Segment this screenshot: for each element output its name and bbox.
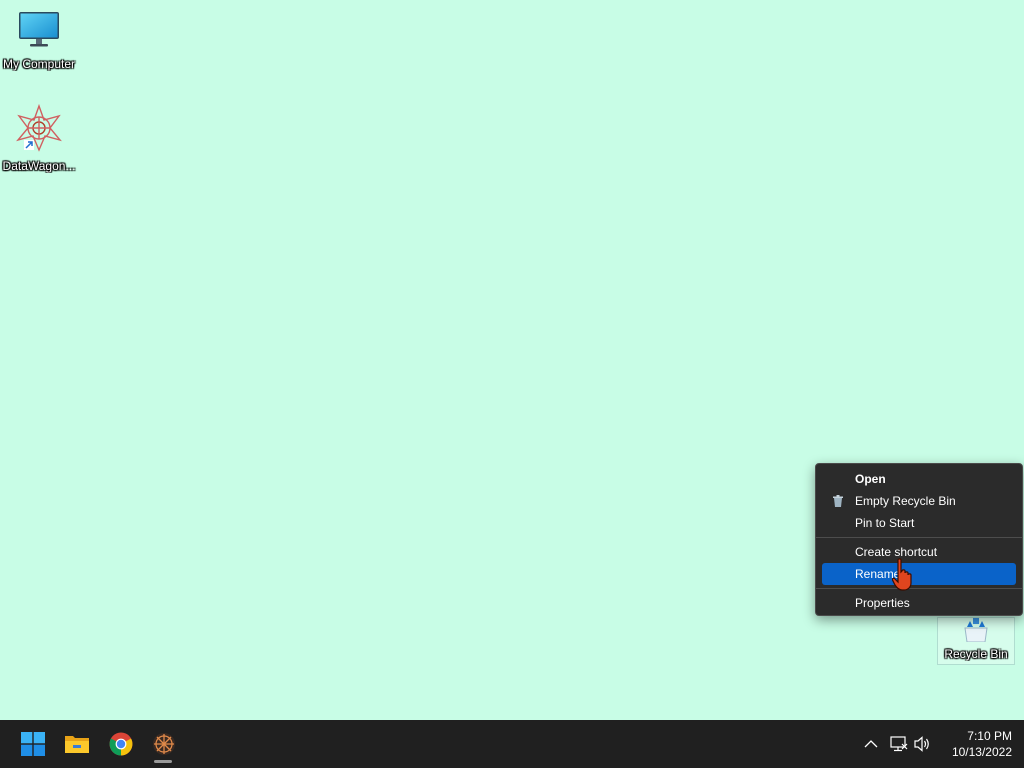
chrome-taskbar-button[interactable]: [105, 728, 137, 760]
menu-separator: [816, 588, 1022, 589]
chevron-up-icon: [864, 740, 878, 748]
context-menu: Open Empty Recycle Bin Pin to Start Crea…: [815, 463, 1023, 616]
datawagon-desktop-icon[interactable]: DataWagon...: [0, 103, 78, 173]
menu-item-empty-recycle-bin[interactable]: Empty Recycle Bin: [822, 490, 1016, 512]
taskbar: 7:10 PM 10/13/2022: [0, 720, 1024, 768]
menu-item-open[interactable]: Open: [822, 468, 1016, 490]
folder-icon: [65, 736, 89, 753]
start-button[interactable]: [17, 728, 49, 760]
desktop[interactable]: My Computer DataWagon... Recycle Bin Ope…: [0, 0, 1024, 720]
menu-item-label: Empty Recycle Bin: [855, 494, 956, 508]
network-tray-button[interactable]: [889, 734, 909, 754]
windows-start-icon: [21, 732, 45, 756]
datawagon-app-icon: [153, 733, 175, 755]
menu-item-properties[interactable]: Properties: [822, 592, 1016, 614]
chrome-icon: [109, 732, 133, 756]
network-icon: [890, 736, 908, 752]
menu-item-rename[interactable]: Rename: [822, 563, 1016, 585]
show-hidden-icons-button[interactable]: [861, 734, 881, 754]
menu-item-label: Pin to Start: [855, 516, 915, 530]
datawagon-app-icon: [16, 103, 62, 152]
menu-item-label: Rename: [855, 567, 901, 581]
clock-date: 10/13/2022: [951, 745, 1012, 759]
monitor-icon: [19, 12, 59, 47]
datawagon-label: DataWagon...: [2, 159, 76, 173]
clock-time: 7:10 PM: [967, 729, 1012, 743]
volume-tray-button[interactable]: [913, 734, 933, 754]
volume-icon: [914, 736, 929, 752]
recycle-bin-desktop-icon[interactable]: Recycle Bin: [937, 617, 1015, 665]
my-computer-desktop-icon[interactable]: My Computer: [0, 8, 78, 71]
my-computer-label: My Computer: [2, 57, 76, 71]
recycle-bin-small-icon: [833, 495, 843, 507]
file-explorer-taskbar-button[interactable]: [61, 728, 93, 760]
menu-separator: [816, 537, 1022, 538]
menu-item-label: Open: [855, 472, 886, 486]
recycle-bin-label: Recycle Bin: [944, 647, 1008, 661]
running-indicator: [154, 760, 172, 763]
taskbar-clock[interactable]: 7:10 PM 10/13/2022: [938, 728, 1012, 760]
menu-item-label: Properties: [855, 596, 910, 610]
datawagon-taskbar-button[interactable]: [148, 728, 180, 760]
menu-item-create-shortcut[interactable]: Create shortcut: [822, 541, 1016, 563]
menu-item-pin-to-start[interactable]: Pin to Start: [822, 512, 1016, 534]
recycle-bin-icon: [964, 618, 988, 643]
menu-item-label: Create shortcut: [855, 545, 938, 559]
